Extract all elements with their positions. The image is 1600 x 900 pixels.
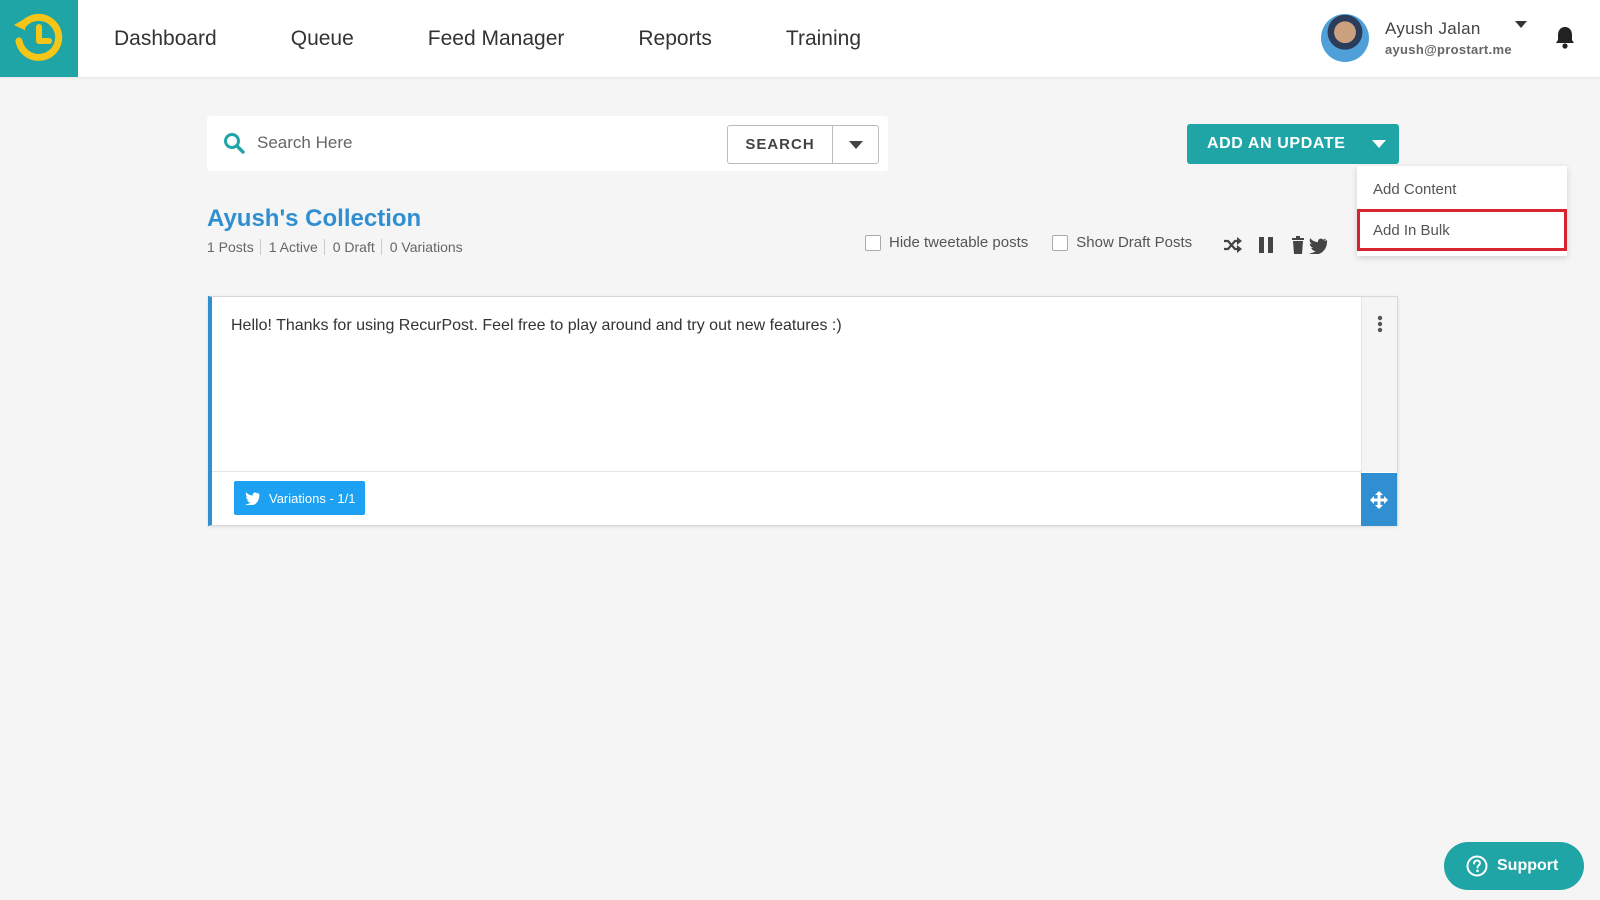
more-options-icon[interactable]: [1377, 315, 1383, 338]
pause-icon[interactable]: [1258, 236, 1274, 254]
user-dropdown-caret-icon[interactable]: [1515, 21, 1527, 28]
user-email: ayush@prostart.me: [1385, 42, 1512, 57]
top-navbar: Dashboard Queue Feed Manager Reports Tra…: [0, 0, 1600, 77]
user-info: Ayush Jalan ayush@prostart.me: [1385, 19, 1512, 57]
divider: [212, 471, 1361, 472]
app-logo[interactable]: [0, 0, 78, 77]
menu-item-add-content[interactable]: Add Content: [1357, 168, 1567, 210]
search-input[interactable]: [257, 124, 657, 162]
delete-twitter-icon[interactable]: [1290, 236, 1328, 254]
twitter-icon: [245, 491, 260, 505]
add-update-dropdown-toggle[interactable]: [1359, 124, 1399, 164]
post-text: Hello! Thanks for using RecurPost. Feel …: [231, 317, 842, 334]
show-draft-label: Show Draft Posts: [1076, 234, 1193, 251]
nav-feed-manager[interactable]: Feed Manager: [428, 27, 565, 51]
page-title: Ayush's Collection: [207, 205, 422, 232]
support-button[interactable]: Support: [1444, 842, 1584, 890]
support-label: Support: [1497, 857, 1559, 874]
add-update-menu: Add Content Add In Bulk: [1357, 166, 1567, 256]
shuffle-icon[interactable]: [1222, 236, 1242, 254]
stat-draft: 0 Draft: [333, 239, 382, 255]
nav-queue[interactable]: Queue: [291, 27, 354, 51]
move-icon: [1370, 490, 1388, 509]
post-actions-column: [1361, 297, 1397, 472]
variations-label: Variations - 1/1: [269, 490, 356, 506]
main-nav: Dashboard Queue Feed Manager Reports Tra…: [114, 0, 935, 77]
stat-variations: 0 Variations: [389, 239, 463, 255]
search-bar: SEARCH: [207, 116, 888, 171]
hide-tweetable-toggle[interactable]: Hide tweetable posts: [865, 234, 1028, 251]
clock-logo-icon: [13, 13, 63, 61]
collection-tools: [1222, 236, 1344, 254]
hide-tweetable-label: Hide tweetable posts: [889, 234, 1029, 251]
chevron-down-icon: [848, 140, 863, 149]
help-icon: [1466, 855, 1488, 877]
search-icon: [223, 132, 245, 159]
add-update-label: ADD AN UPDATE: [1207, 135, 1346, 152]
post-filters: Hide tweetable posts Show Draft Posts: [865, 234, 1216, 251]
hide-tweetable-checkbox[interactable]: [865, 234, 881, 251]
stat-active: 1 Active: [269, 239, 325, 255]
user-menu[interactable]: Ayush Jalan ayush@prostart.me: [1321, 13, 1527, 63]
search-button[interactable]: SEARCH: [727, 125, 833, 164]
post-card[interactable]: Hello! Thanks for using RecurPost. Feel …: [208, 296, 1398, 526]
avatar[interactable]: [1321, 14, 1369, 62]
variations-button[interactable]: Variations - 1/1: [234, 481, 365, 515]
collection-stats: 1 Posts 1 Active 0 Draft 0 Variations: [207, 239, 477, 255]
nav-reports[interactable]: Reports: [638, 27, 712, 51]
nav-dashboard[interactable]: Dashboard: [114, 27, 217, 51]
menu-item-add-in-bulk[interactable]: Add In Bulk: [1357, 209, 1567, 251]
user-name: Ayush Jalan: [1385, 19, 1481, 38]
drag-handle[interactable]: [1361, 473, 1397, 526]
bell-icon[interactable]: [1554, 25, 1576, 54]
search-filter-dropdown[interactable]: [832, 125, 879, 164]
show-draft-toggle[interactable]: Show Draft Posts: [1052, 234, 1192, 251]
chevron-down-icon: [1372, 140, 1386, 148]
nav-training[interactable]: Training: [786, 27, 861, 51]
stat-posts: 1 Posts: [207, 239, 261, 255]
add-update-button[interactable]: ADD AN UPDATE: [1187, 124, 1399, 164]
show-draft-checkbox[interactable]: [1052, 234, 1069, 251]
